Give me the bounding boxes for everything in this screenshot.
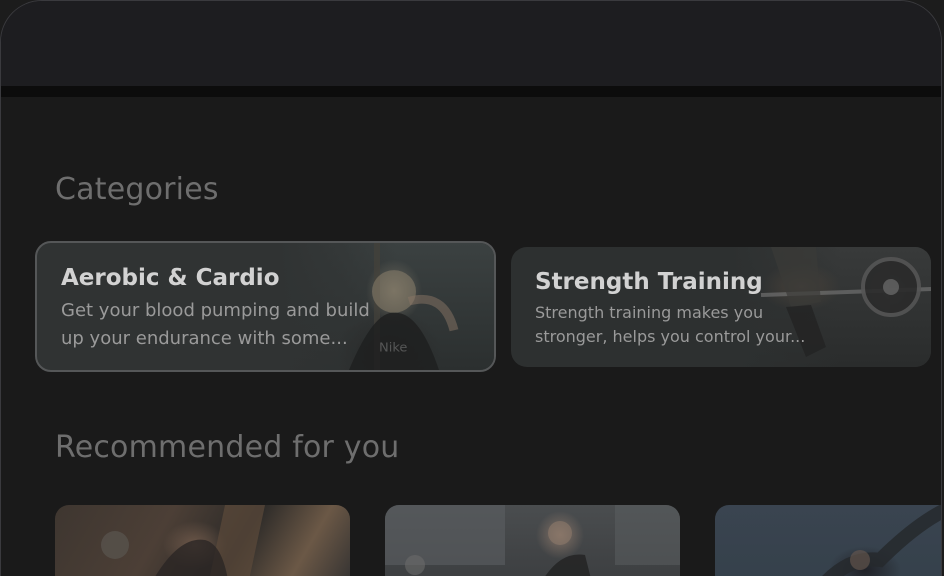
categories-heading: Categories <box>55 172 219 207</box>
category-description: Strength training makes you stronger, he… <box>535 303 806 346</box>
category-title: Strength Training <box>535 269 763 295</box>
recommended-card-2[interactable] <box>385 505 680 576</box>
recommended-card-1[interactable] <box>55 505 350 576</box>
aerobic-cardio-text: Aerobic & Cardio Get your blood pumping … <box>61 265 384 353</box>
recommended-heading: Recommended for you <box>55 430 400 465</box>
category-description: Get your blood pumping and build up your… <box>61 300 370 349</box>
app-screen: Categories Nike Aerobic & Cardio Get you… <box>0 0 944 576</box>
recommended-card-3[interactable] <box>715 505 941 576</box>
top-app-bar <box>1 1 941 86</box>
category-card-strength-training[interactable]: Strength Training Strength training make… <box>511 247 931 367</box>
category-card-aerobic-cardio[interactable]: Nike Aerobic & Cardio Get your blood pum… <box>35 241 496 372</box>
strength-training-text: Strength Training Strength training make… <box>535 269 811 349</box>
top-bar-shadow <box>1 86 941 97</box>
device-frame: Categories Nike Aerobic & Cardio Get you… <box>0 0 942 576</box>
category-title: Aerobic & Cardio <box>61 265 280 291</box>
